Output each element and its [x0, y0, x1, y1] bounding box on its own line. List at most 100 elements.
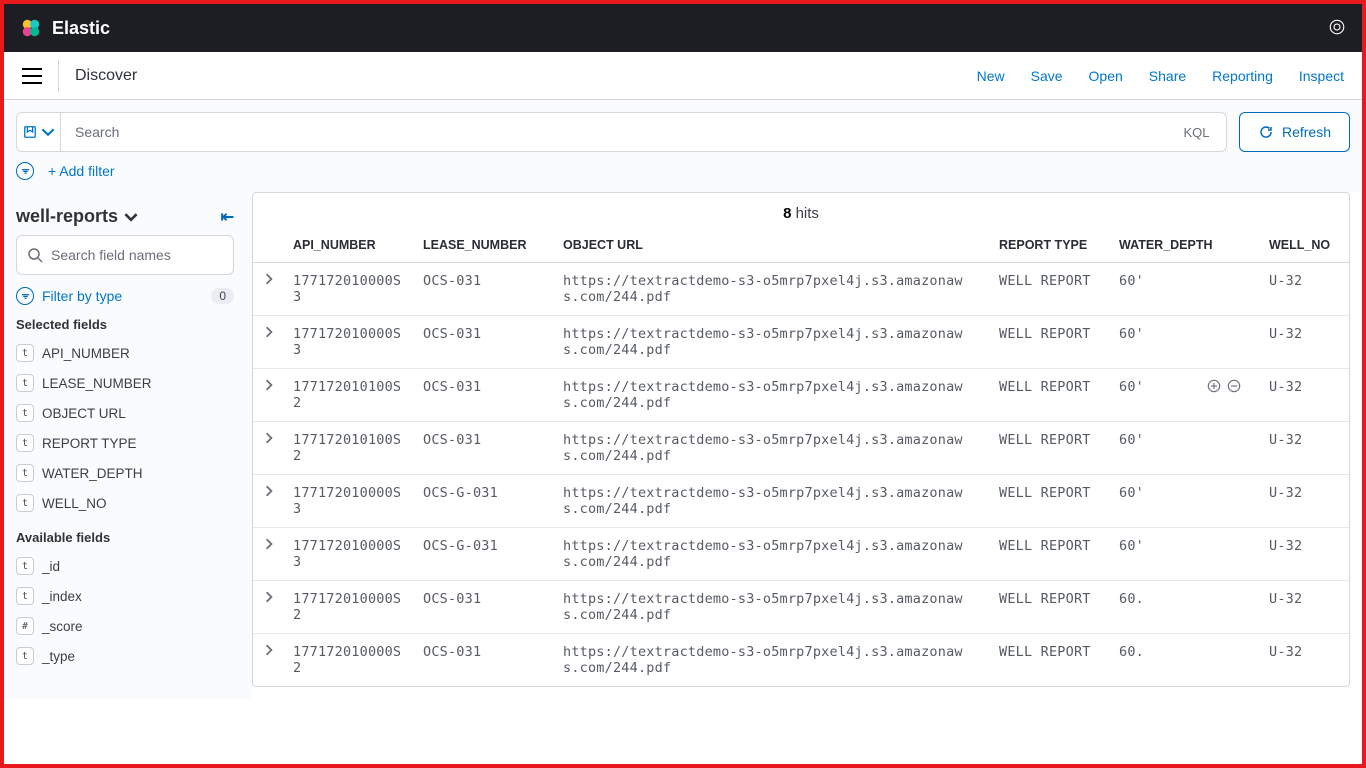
- nav-inspect[interactable]: Inspect: [1299, 68, 1344, 84]
- refresh-button[interactable]: Refresh: [1239, 112, 1350, 152]
- col-api-number[interactable]: API_NUMBER: [283, 228, 413, 263]
- field-name: _index: [42, 589, 82, 604]
- field-item[interactable]: t WATER_DEPTH: [10, 458, 240, 488]
- filter-out-value-icon[interactable]: [1227, 379, 1241, 397]
- query-language-switch[interactable]: KQL: [1167, 112, 1227, 152]
- chevron-down-icon: [41, 125, 55, 139]
- results-panel: 8 hits API_NUMBER LEASE_NUMBER OBJECT UR…: [252, 192, 1362, 699]
- expand-row-toggle[interactable]: [253, 634, 283, 687]
- cell: https://textractdemo-s3-o5mrp7pxel4j.s3.…: [553, 369, 989, 422]
- nav-open[interactable]: Open: [1089, 68, 1123, 84]
- cell: 177172010000S3: [283, 263, 413, 316]
- global-header: Elastic: [4, 4, 1362, 52]
- cell: U-32: [1259, 528, 1349, 581]
- search-input[interactable]: Search: [60, 112, 1167, 152]
- field-item[interactable]: t _id: [10, 551, 240, 581]
- cell: U-32: [1259, 316, 1349, 369]
- field-name: API_NUMBER: [42, 346, 130, 361]
- field-item[interactable]: #_score: [10, 611, 240, 641]
- results-table: API_NUMBER LEASE_NUMBER OBJECT URL REPOR…: [253, 228, 1349, 686]
- cell: U-32: [1259, 475, 1349, 528]
- field-item[interactable]: t_type: [10, 641, 240, 671]
- field-name: _id: [42, 559, 60, 574]
- col-lease-number[interactable]: LEASE_NUMBER: [413, 228, 553, 263]
- cell: 60': [1109, 475, 1259, 528]
- nav-new[interactable]: New: [977, 68, 1005, 84]
- field-item[interactable]: t WELL_NO: [10, 488, 240, 518]
- refresh-icon: [1258, 124, 1274, 140]
- filter-icon: [16, 287, 34, 305]
- field-item[interactable]: tAPI_NUMBER: [10, 338, 240, 368]
- add-filter-button[interactable]: + Add filter: [48, 163, 115, 179]
- expand-row-toggle[interactable]: [253, 369, 283, 422]
- cell: WELL REPORT: [989, 422, 1109, 475]
- search-icon: [27, 247, 43, 263]
- field-item[interactable]: tLEASE_NUMBER: [10, 368, 240, 398]
- cell: WELL REPORT: [989, 263, 1109, 316]
- help-icon[interactable]: [1328, 18, 1346, 39]
- collapse-sidebar-icon[interactable]: ⇤: [221, 207, 234, 227]
- cell: 60': [1109, 422, 1259, 475]
- cell: WELL REPORT: [989, 369, 1109, 422]
- table-row: 177172010000S3OCS-G-031https://textractd…: [253, 475, 1349, 528]
- cell: WELL REPORT: [989, 581, 1109, 634]
- nav-share[interactable]: Share: [1149, 68, 1186, 84]
- nav-reporting[interactable]: Reporting: [1212, 68, 1273, 84]
- expand-row-toggle[interactable]: [253, 263, 283, 316]
- field-name: REPORT TYPE: [42, 436, 137, 451]
- table-row: 177172010000S2OCS-031https://textractdem…: [253, 634, 1349, 687]
- brand: Elastic: [20, 17, 110, 39]
- text-type-icon: t: [16, 374, 34, 392]
- cell: WELL REPORT: [989, 316, 1109, 369]
- cell: OCS-031: [413, 263, 553, 316]
- cell: 60': [1109, 528, 1259, 581]
- field-item[interactable]: tOBJECT URL: [10, 398, 240, 428]
- cell: 177172010100S2: [283, 369, 413, 422]
- expand-row-toggle[interactable]: [253, 528, 283, 581]
- table-row: 177172010000S3OCS-031https://textractdem…: [253, 263, 1349, 316]
- index-pattern-select[interactable]: well-reports: [16, 206, 138, 227]
- filter-by-type-button[interactable]: Filter by type: [16, 287, 122, 305]
- text-type-icon: t: [16, 464, 34, 482]
- field-name: _score: [42, 619, 83, 634]
- cell: U-32: [1259, 263, 1349, 316]
- cell: OCS-031: [413, 316, 553, 369]
- field-search-input[interactable]: Search field names: [16, 235, 234, 275]
- expand-row-toggle[interactable]: [253, 581, 283, 634]
- top-nav: New Save Open Share Reporting Inspect: [977, 68, 1344, 84]
- text-type-icon: t: [16, 434, 34, 452]
- filter-for-value-icon[interactable]: [1207, 379, 1221, 397]
- cell: 177172010000S3: [283, 475, 413, 528]
- cell: https://textractdemo-s3-o5mrp7pxel4j.s3.…: [553, 316, 989, 369]
- selected-fields-heading: Selected fields: [16, 317, 234, 332]
- nav-save[interactable]: Save: [1031, 68, 1063, 84]
- table-row: 177172010100S2OCS-031https://textractdem…: [253, 369, 1349, 422]
- field-item[interactable]: t REPORT TYPE: [10, 428, 240, 458]
- refresh-label: Refresh: [1282, 124, 1331, 140]
- filter-settings-icon[interactable]: [16, 162, 34, 180]
- col-object-url[interactable]: OBJECT URL: [553, 228, 989, 263]
- available-fields-heading: Available fields: [16, 530, 234, 545]
- text-type-icon: t: [16, 494, 34, 512]
- cell: WELL REPORT: [989, 634, 1109, 687]
- cell: 60': [1109, 316, 1259, 369]
- expand-row-toggle[interactable]: [253, 422, 283, 475]
- col-report-type[interactable]: REPORT TYPE: [989, 228, 1109, 263]
- field-name: WATER_DEPTH: [42, 466, 143, 481]
- chevron-down-icon: [124, 210, 138, 224]
- col-water-depth[interactable]: WATER_DEPTH: [1109, 228, 1259, 263]
- app-bar: Discover New Save Open Share Reporting I…: [4, 52, 1362, 100]
- saved-query-button[interactable]: [16, 112, 60, 152]
- menu-toggle-icon[interactable]: [22, 68, 42, 84]
- table-row: 177172010000S2OCS-031https://textractdem…: [253, 581, 1349, 634]
- text-type-icon: t: [16, 557, 34, 575]
- expand-row-toggle[interactable]: [253, 316, 283, 369]
- field-name: WELL_NO: [42, 496, 107, 511]
- cell: 60': [1109, 263, 1259, 316]
- field-item[interactable]: t_index: [10, 581, 240, 611]
- col-well-no[interactable]: WELL_NO: [1259, 228, 1349, 263]
- cell: 60': [1109, 369, 1259, 422]
- divider: [58, 60, 59, 92]
- selected-fields-list: tAPI_NUMBERtLEASE_NUMBERtOBJECT URLtREPO…: [10, 338, 240, 518]
- expand-row-toggle[interactable]: [253, 475, 283, 528]
